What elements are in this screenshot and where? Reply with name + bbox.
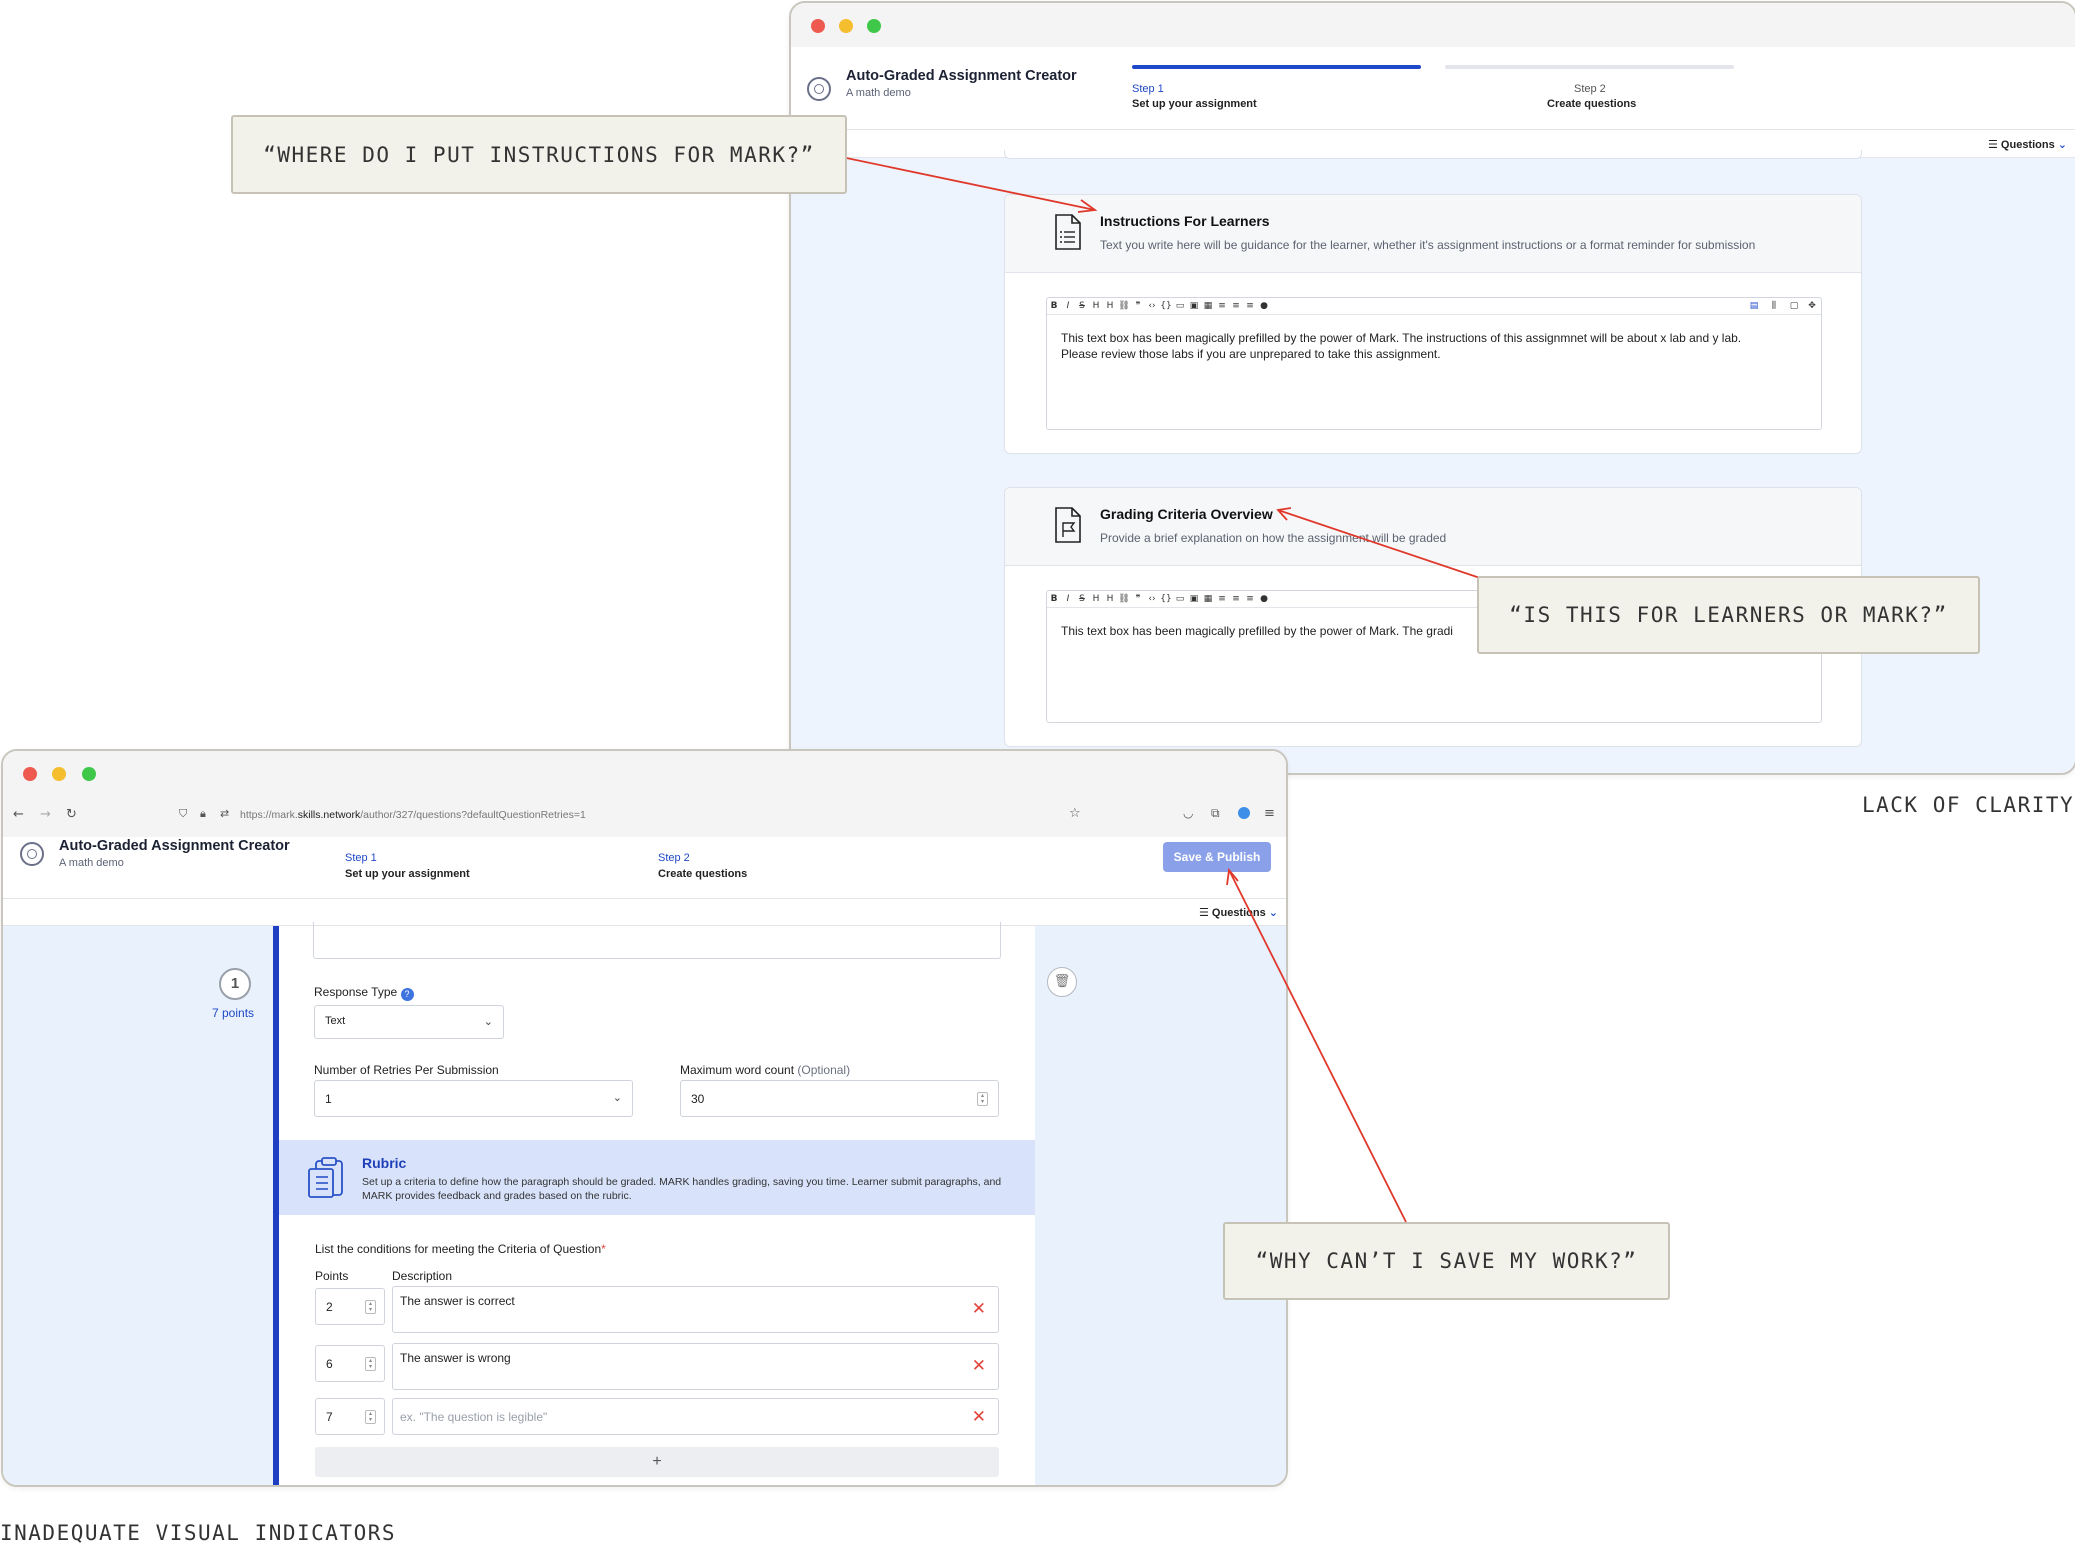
arrowhead-icon	[1077, 199, 1098, 213]
caption-inadequate-visual-indicators: INADEQUATE VISUAL INDICATORS	[0, 1521, 397, 1545]
callout-save-question: “WHY CAN’T I SAVE MY WORK?”	[1223, 1222, 1670, 1300]
caption-lack-of-clarity: LACK OF CLARITY	[1862, 793, 2075, 817]
arrow-to-instructions	[831, 154, 1096, 211]
callout-instructions-question: “WHERE DO I PUT INSTRUCTIONS FOR MARK?”	[231, 115, 847, 194]
callout-learners-question: “IS THIS FOR LEARNERS OR MARK?”	[1477, 576, 1980, 654]
arrow-to-grading	[1277, 509, 1481, 579]
arrow-to-save	[1228, 869, 1407, 1223]
annotation-arrows	[831, 154, 1481, 1223]
